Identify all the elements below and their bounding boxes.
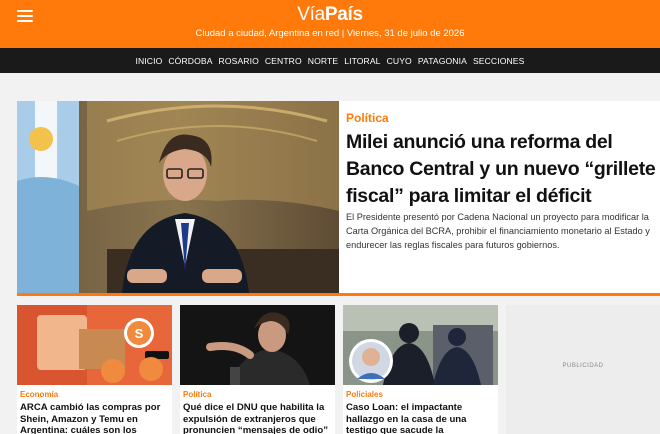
main-nav: INICIO CÓRDOBA ROSARIO CENTRO NORTE LITO… — [0, 48, 660, 73]
hero-text-block: Política Milei anunció una reforma del B… — [346, 101, 656, 293]
shopping-photo: S — [17, 305, 172, 385]
news-card-policiales[interactable]: Policiales Caso Loan: el impactante hall… — [343, 305, 498, 434]
card-image-politica[interactable] — [180, 305, 335, 385]
nav-item-cordoba[interactable]: CÓRDOBA — [165, 56, 215, 66]
site-header: VíaPaís Ciudad a ciudad, Argentina en re… — [0, 0, 660, 48]
nav-item-rosario[interactable]: ROSARIO — [216, 56, 262, 66]
nav-item-inicio[interactable]: INICIO — [133, 56, 166, 66]
news-card-economia[interactable]: S Economía ARCA cambió las compras por S… — [17, 305, 172, 434]
nav-item-secciones[interactable]: SECCIONES — [470, 56, 528, 66]
hero-summary: El Presidente presentó por Cadena Nacion… — [346, 212, 650, 250]
nav-item-litoral[interactable]: LITORAL — [341, 56, 383, 66]
police-photo — [343, 305, 498, 385]
site-logo[interactable]: VíaPaís — [0, 4, 660, 26]
hero-headline[interactable]: Milei anunció una reforma del Banco Cent… — [346, 129, 656, 210]
card-category[interactable]: Policiales — [346, 390, 383, 399]
card-headline[interactable]: Caso Loan: el impactante hallazgo en la … — [346, 402, 498, 434]
hero-image[interactable] — [17, 101, 339, 293]
hero-photo — [17, 101, 339, 293]
site-tagline: Ciudad a ciudad, Argentina en red | Vier… — [195, 28, 465, 39]
card-category[interactable]: Economía — [20, 390, 58, 399]
nav-item-centro[interactable]: CENTRO — [262, 56, 305, 66]
card-category[interactable]: Política — [183, 390, 211, 399]
nav-item-cuyo[interactable]: CUYO — [384, 56, 415, 66]
card-headline[interactable]: Qué dice el DNU que habilita la expulsió… — [183, 402, 335, 434]
hero-article[interactable]: Política Milei anunció una reforma del B… — [17, 101, 660, 293]
speech-photo — [180, 305, 335, 385]
hero-category[interactable]: Política — [346, 111, 389, 125]
hero-divider — [17, 293, 660, 296]
nav-item-norte[interactable]: NORTE — [305, 56, 341, 66]
card-headline[interactable]: ARCA cambió las compras por Shein, Amazo… — [20, 402, 172, 434]
card-image-policiales[interactable] — [343, 305, 498, 385]
news-card-politica[interactable]: Política Qué dice el DNU que habilita la… — [180, 305, 335, 434]
card-image-shopping[interactable]: S — [17, 305, 172, 385]
ad-label: PUBLICIDAD — [562, 363, 604, 369]
logo-light-text: Vía — [297, 4, 325, 25]
logo-bold-text: País — [324, 4, 363, 25]
nav-item-patagonia[interactable]: PATAGONIA — [415, 56, 470, 66]
ad-slot[interactable]: PUBLICIDAD — [506, 305, 660, 434]
svg-text:S: S — [135, 326, 144, 341]
